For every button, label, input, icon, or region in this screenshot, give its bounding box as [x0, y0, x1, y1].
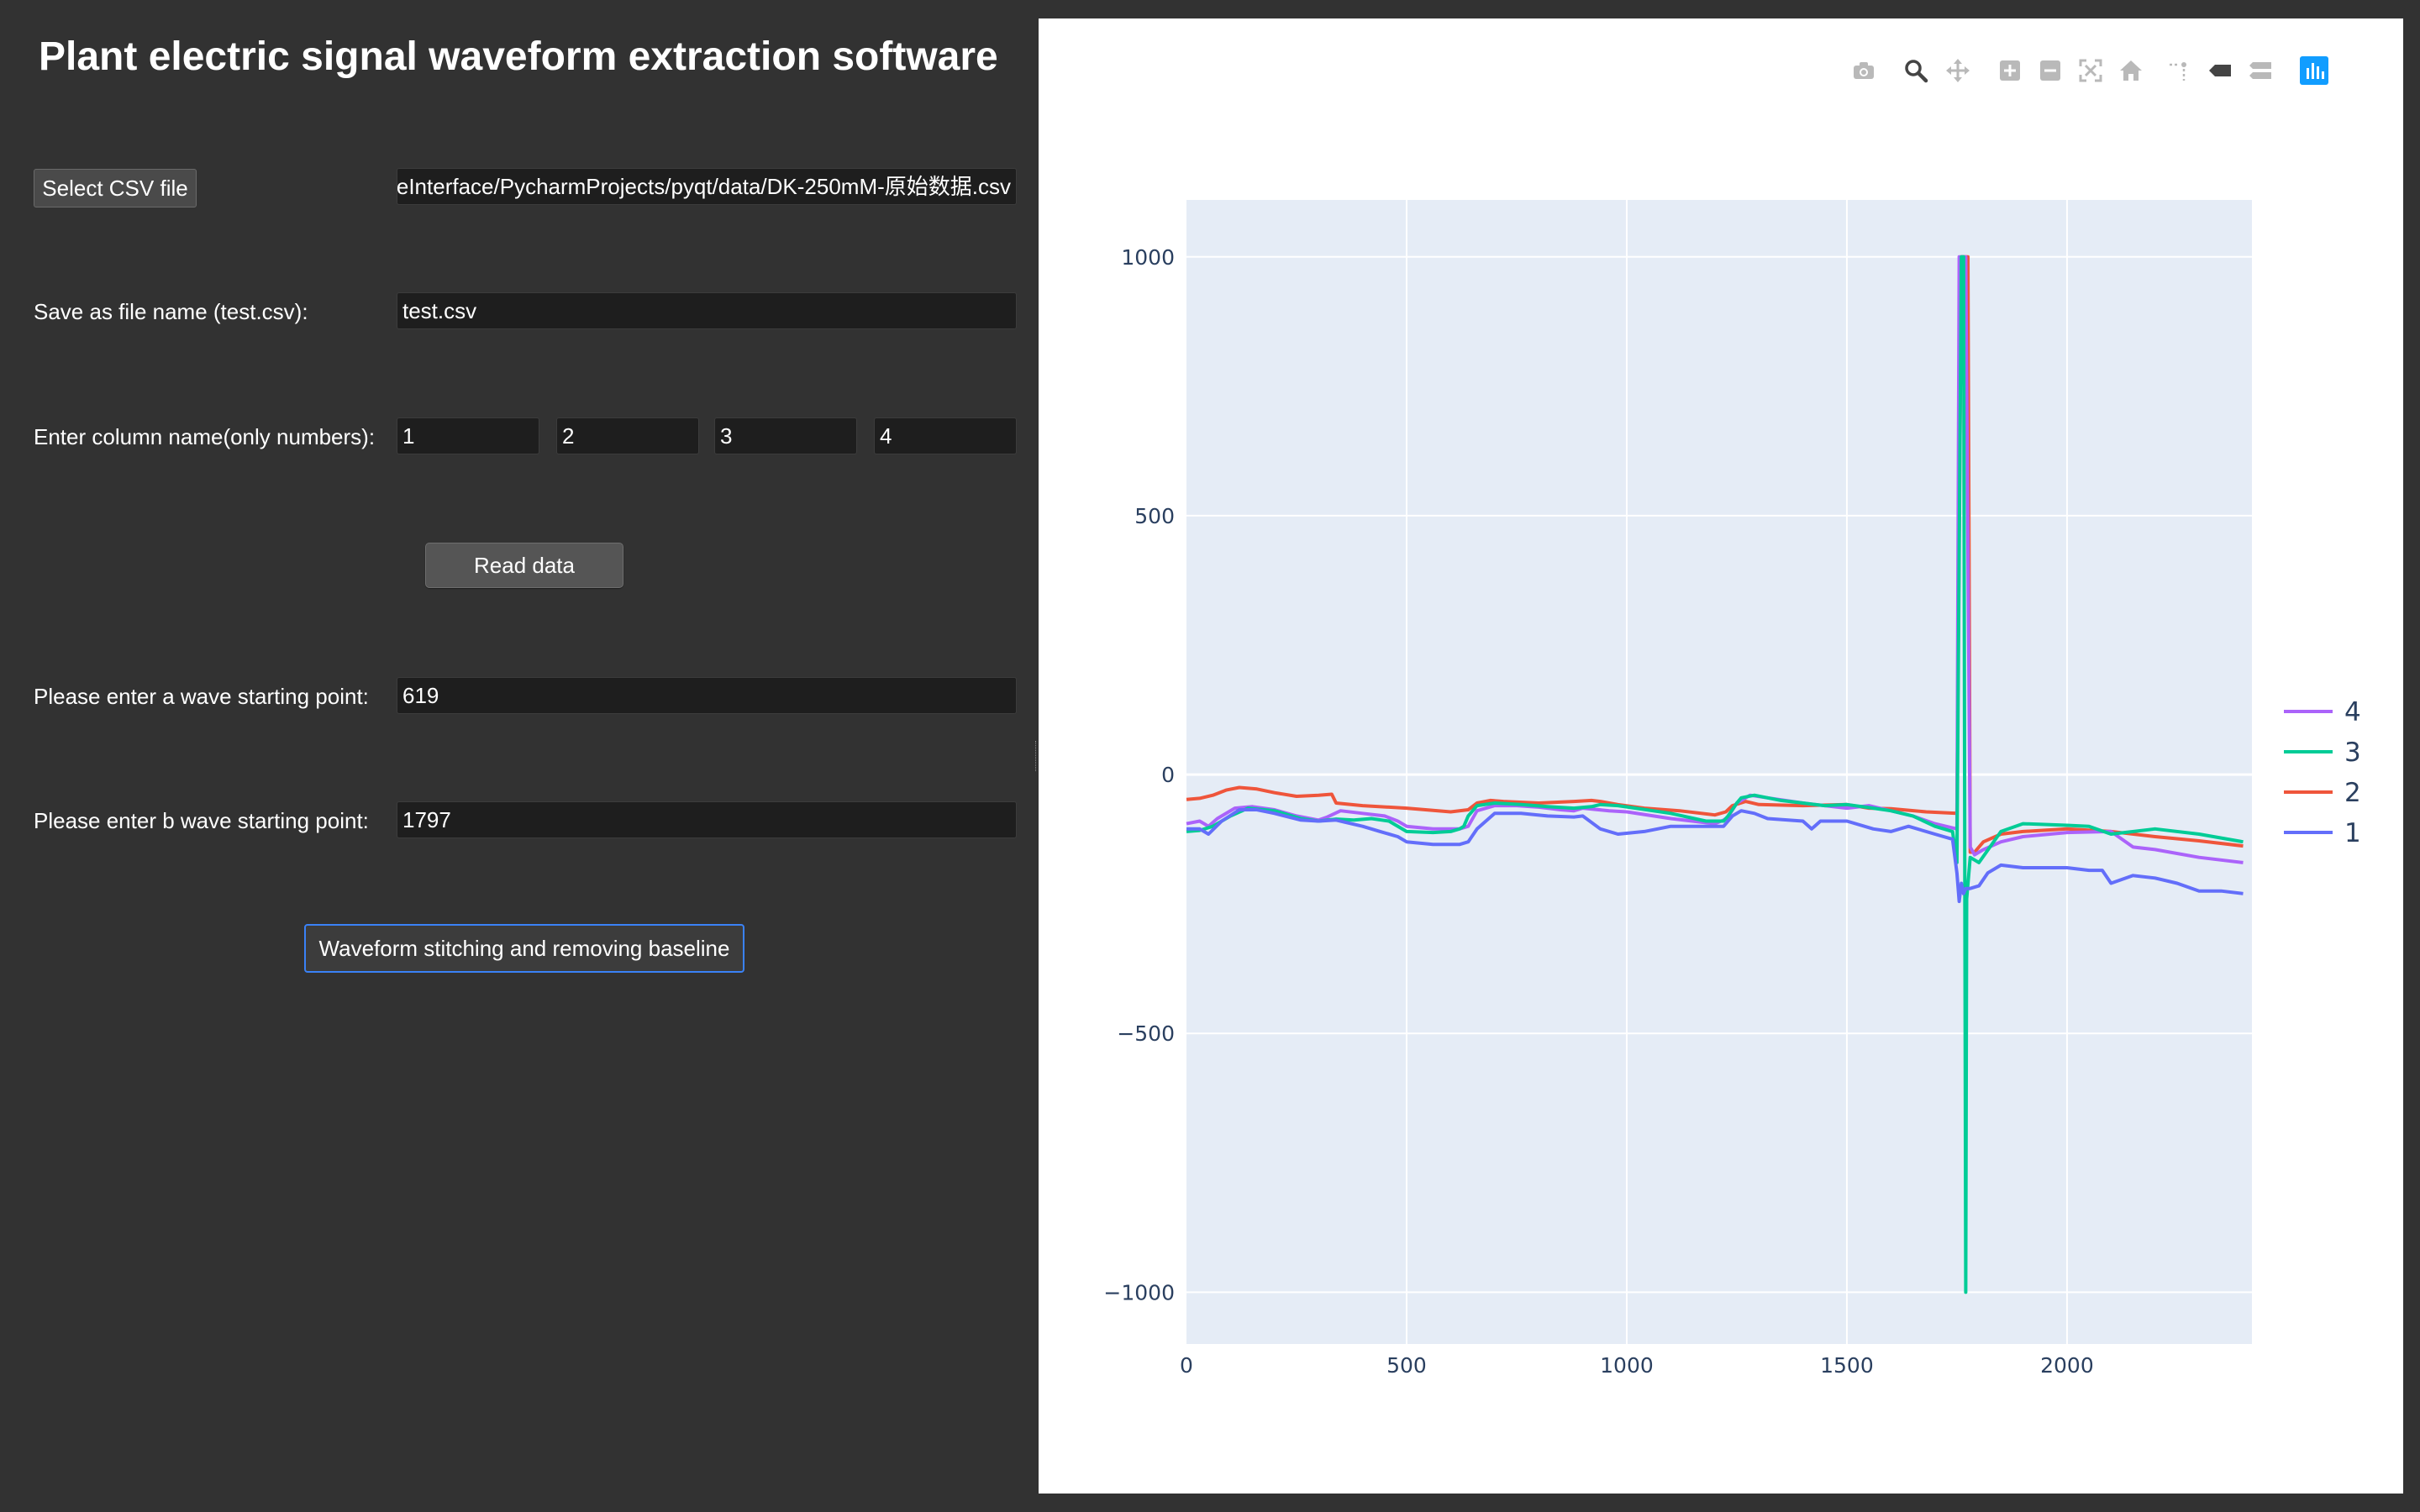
legend-label: 2 [2344, 778, 2361, 808]
legend-label: 3 [2344, 738, 2361, 768]
save-filename-input[interactable]: test.csv [397, 292, 1017, 329]
control-panel: Plant electric signal waveform extractio… [0, 0, 1039, 1512]
select-csv-button[interactable]: Select CSV file [34, 169, 197, 207]
x-tick-label: 1500 [1820, 1353, 1874, 1378]
x-tick-label: 1000 [1600, 1353, 1654, 1378]
save-filename-label: Save as file name (test.csv): [34, 299, 308, 324]
y-tick-label: −1000 [1103, 1280, 1175, 1305]
plot-panel: 0 500 1000 1500 2000 1000 500 0 −500 −1000 4 3 2 1 [1039, 18, 2403, 1494]
app-title: Plant electric signal waveform extractio… [39, 34, 998, 79]
stitch-remove-baseline-button[interactable]: Waveform stitching and removing baseline [304, 924, 744, 973]
y-tick-label: 0 [1161, 763, 1175, 787]
column-name-input-2[interactable]: 2 [556, 417, 699, 454]
legend-label: 4 [2344, 697, 2361, 727]
column-name-label: Enter column name(only numbers): [34, 424, 376, 449]
a-wave-label: Please enter a wave starting point: [34, 684, 369, 709]
column-name-input-4[interactable]: 4 [874, 417, 1017, 454]
a-wave-start-input[interactable]: 619 [397, 677, 1017, 714]
legend-item-4[interactable]: 4 [2284, 697, 2361, 727]
y-tick-label: 500 [1134, 504, 1175, 528]
x-tick-label: 0 [1180, 1353, 1193, 1378]
read-data-button[interactable]: Read data [425, 543, 623, 588]
legend-item-1[interactable]: 1 [2284, 818, 2361, 848]
y-tick-label: −500 [1117, 1021, 1175, 1046]
column-name-input-3[interactable]: 3 [714, 417, 857, 454]
plot-area[interactable] [1186, 200, 2252, 1344]
csv-path-value: /Users/Mac/Desktop/SoftwareInterface/Pyc… [397, 174, 1011, 199]
x-tick-label: 500 [1386, 1353, 1427, 1378]
y-tick-label: 1000 [1121, 245, 1175, 270]
csv-path-field[interactable]: /Users/Mac/Desktop/SoftwareInterface/Pyc… [397, 168, 1017, 205]
b-wave-label: Please enter b wave starting point: [34, 808, 369, 833]
b-wave-start-input[interactable]: 1797 [397, 801, 1017, 838]
line-chart[interactable]: 0 500 1000 1500 2000 1000 500 0 −500 −1000 4 3 2 1 [1039, 18, 2403, 1494]
x-tick-label: 2000 [2040, 1353, 2094, 1378]
legend-label: 1 [2344, 818, 2361, 848]
legend-item-2[interactable]: 2 [2284, 778, 2361, 808]
column-name-input-1[interactable]: 1 [397, 417, 539, 454]
legend-item-3[interactable]: 3 [2284, 738, 2361, 768]
